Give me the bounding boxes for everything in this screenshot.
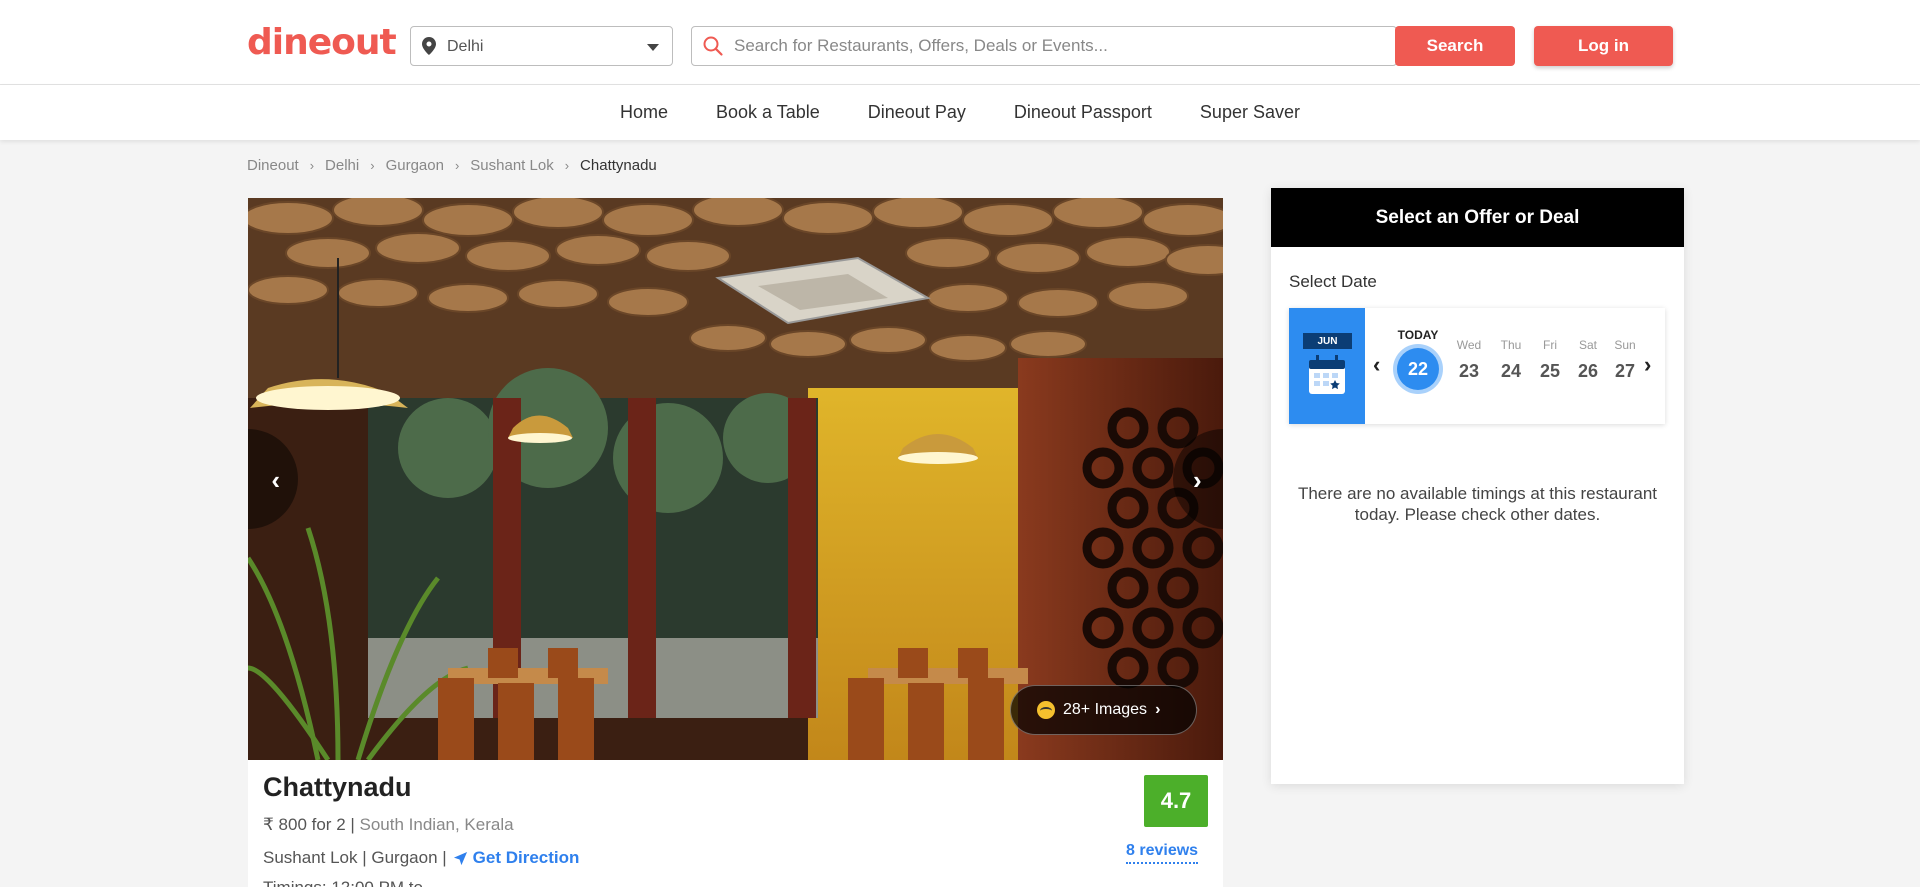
breadcrumb-current: Chattynadu [580, 157, 657, 174]
day-name: TODAY [1397, 328, 1439, 342]
nav-home[interactable]: Home [620, 102, 668, 123]
breadcrumb-delhi[interactable]: Delhi [325, 157, 359, 174]
login-button[interactable]: Log in [1534, 26, 1673, 66]
day-number: 22 [1397, 348, 1439, 390]
restaurant-photo[interactable] [248, 198, 1223, 760]
select-date-label: Select Date [1289, 272, 1377, 291]
nav-book-a-table[interactable]: Book a Table [716, 102, 820, 123]
breadcrumb-gurgaon[interactable]: Gurgaon [386, 157, 444, 174]
nav-dineout-pay[interactable]: Dineout Pay [868, 102, 966, 123]
gallery-icon [1037, 701, 1055, 719]
navigation-arrow-icon [453, 851, 467, 865]
restaurant-name: Chattynadu [263, 772, 412, 802]
breadcrumb-sushant-lok[interactable]: Sushant Lok [470, 157, 553, 174]
date-list: TODAY 22 Wed 23 Thu 24 Fri 25 Sat 26 Sun… [1393, 322, 1639, 412]
day-number: 27 [1614, 361, 1636, 381]
next-dates-button[interactable]: › [1644, 352, 1651, 378]
no-timings-message: There are no available timings at this r… [1297, 484, 1658, 524]
restaurant-address: Sushant Lok | Gurgaon | Get Direction [263, 848, 579, 868]
day-name: Sun [1614, 338, 1636, 352]
main-nav: Home Book a Table Dineout Pay Dineout Pa… [0, 85, 1920, 140]
prev-dates-button[interactable]: ‹ [1373, 352, 1380, 378]
chevron-right-icon: › [1155, 701, 1161, 718]
calendar-button[interactable]: JUN [1289, 308, 1365, 424]
top-header: dineout Delhi Search Log in [0, 0, 1920, 85]
view-images-button[interactable]: 28+ Images › [1010, 685, 1197, 735]
chevron-right-icon: › [370, 158, 375, 173]
dineout-logo[interactable]: dineout [247, 22, 397, 63]
chevron-right-icon: › [564, 158, 570, 173]
chevron-right-icon: › [454, 158, 460, 173]
chevron-right-icon: › [1193, 465, 1202, 495]
restaurant-gallery: ‹ › 28+ Images › [248, 198, 1223, 760]
location-value: Delhi [447, 38, 484, 55]
restaurant-timing: Timings: 12:00 PM to ... [263, 878, 442, 887]
restaurant-info-card: Chattynadu ₹ 800 for 2 | South Indian, K… [248, 760, 1223, 887]
search-icon [703, 36, 723, 56]
calendar-month: JUN [1303, 333, 1352, 349]
chevron-down-icon [647, 44, 659, 51]
location-pin-icon [422, 37, 436, 55]
search-input[interactable] [734, 33, 1354, 59]
restaurant-meta: ₹ 800 for 2 | South Indian, Kerala [263, 815, 514, 835]
get-direction-label: Get Direction [472, 848, 580, 867]
location-selector[interactable]: Delhi [410, 26, 673, 66]
breadcrumb: Dineout › Delhi › Gurgaon › Sushant Lok … [247, 157, 657, 174]
breadcrumb-dineout[interactable]: Dineout [247, 157, 299, 174]
chevron-right-icon: › [309, 158, 315, 173]
booking-panel: Select an Offer or Deal Select Date JUN … [1271, 188, 1684, 784]
date-picker: JUN ‹ TODAY 22 Wed 23 Thu 24 Fri 25 Sat … [1289, 308, 1665, 424]
nav-dineout-passport[interactable]: Dineout Passport [1014, 102, 1152, 123]
reviews-link[interactable]: 8 reviews [1126, 842, 1199, 864]
search-button[interactable]: Search [1395, 26, 1515, 66]
address-text: Sushant Lok | Gurgaon | [263, 848, 447, 867]
date-option[interactable]: Sun 27 [1600, 322, 1639, 382]
chevron-left-icon: ‹ [271, 465, 280, 495]
get-direction-link[interactable]: Get Direction [453, 848, 580, 868]
cuisines: South Indian, Kerala [359, 815, 514, 834]
images-count: 28+ Images [1063, 701, 1148, 718]
rating-badge: 4.7 [1144, 775, 1208, 827]
cost-for-two: ₹ 800 for 2 | [263, 815, 360, 834]
panel-title: Select an Offer or Deal [1271, 188, 1684, 247]
search-bar [691, 26, 1397, 66]
nav-super-saver[interactable]: Super Saver [1200, 102, 1300, 123]
date-option-today[interactable]: TODAY 22 [1393, 322, 1443, 390]
calendar-icon [1309, 355, 1345, 394]
